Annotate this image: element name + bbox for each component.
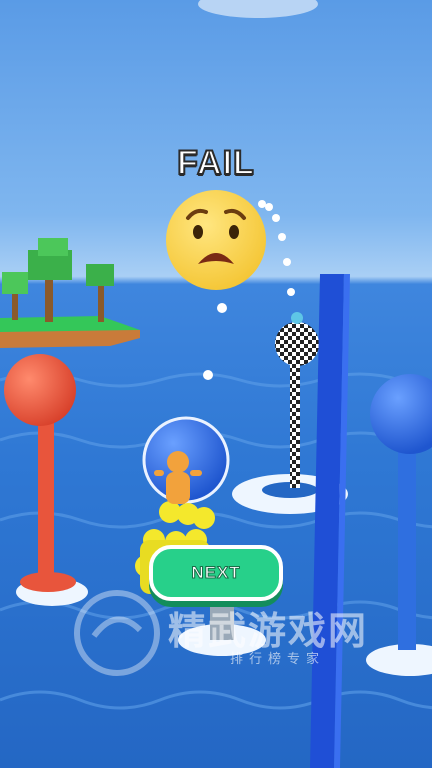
fail-title: FAIL [176,143,255,183]
worried-face-icon [166,190,266,290]
watermark-title: 精武游戏网 [168,611,369,653]
game-stage: 精武游戏网 排行榜专家 FAIL NEXT [0,0,432,768]
island [0,238,140,348]
red-pole [4,354,88,606]
watermark-subtitle: 排行榜专家 [230,651,326,666]
cloud [198,0,318,18]
next-button-label: NEXT [191,563,241,583]
next-button[interactable]: NEXT [149,545,283,601]
